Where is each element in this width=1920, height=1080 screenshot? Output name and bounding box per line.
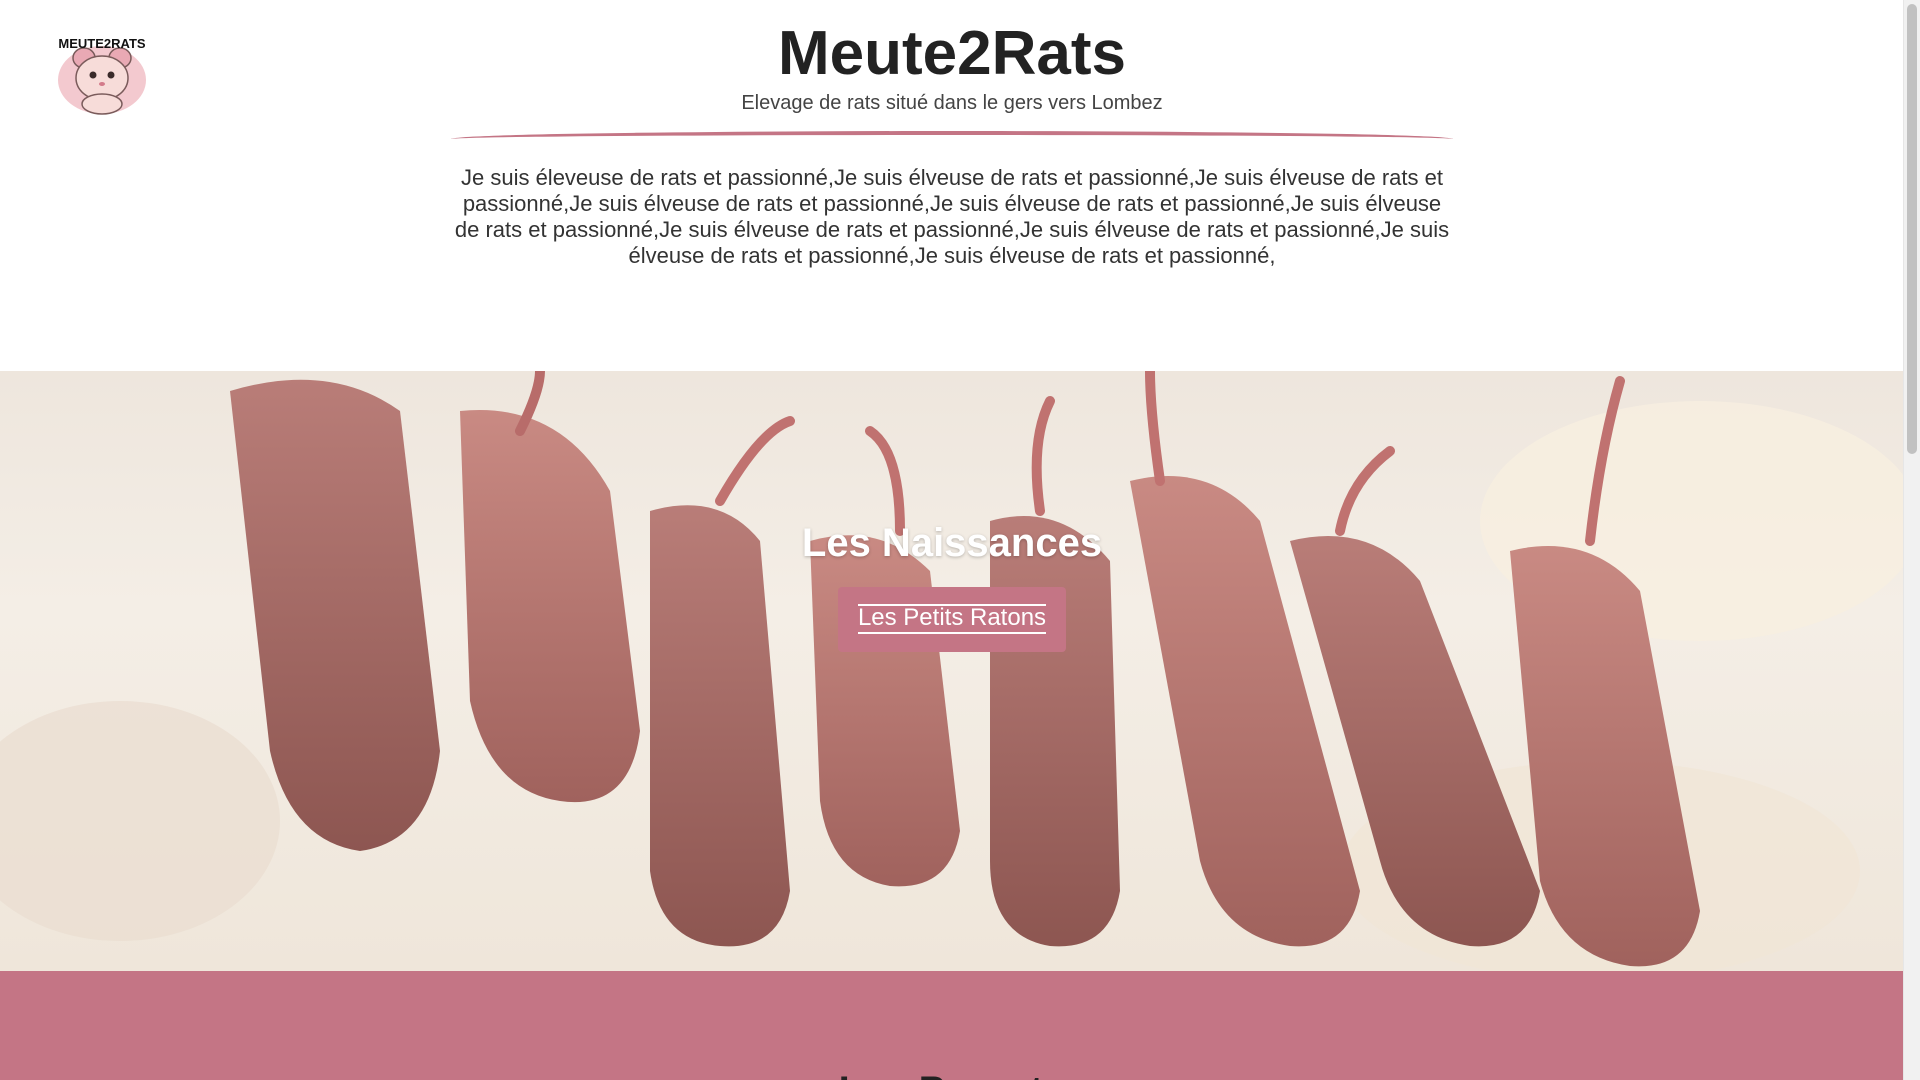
page-scrollbar[interactable] [1903, 0, 1920, 1080]
petits-ratons-button-label: Les Petits Ratons [857, 604, 1047, 634]
hero-content: Les Naissances Les Petits Ratons [0, 519, 1904, 652]
parents-section: Les Parents [0, 971, 1904, 1080]
site-subtitle: Elevage de rats situé dans le gers vers … [741, 92, 1163, 114]
petits-ratons-button[interactable]: Les Petits Ratons [837, 587, 1067, 652]
parents-section-title: Les Parents [0, 1069, 1904, 1080]
viewport: MEUTE2RATS Meute2Rats Elevage de rats si… [0, 0, 1904, 1080]
scrollbar-thumb[interactable] [1907, 4, 1917, 454]
page: MEUTE2RATS Meute2Rats Elevage de rats si… [0, 0, 1920, 1080]
baby-rats-photo [0, 371, 1904, 971]
site-header: Meute2Rats Elevage de rats situé dans le… [0, 18, 1904, 116]
hero-title: Les Naissances [801, 521, 1103, 565]
header-divider [451, 131, 1453, 139]
site-title: Meute2Rats [778, 19, 1126, 88]
hero-section: Les Naissances Les Petits Ratons [0, 371, 1904, 971]
intro-text: Je suis éleveuse de rats et passionné,Je… [454, 165, 1450, 268]
